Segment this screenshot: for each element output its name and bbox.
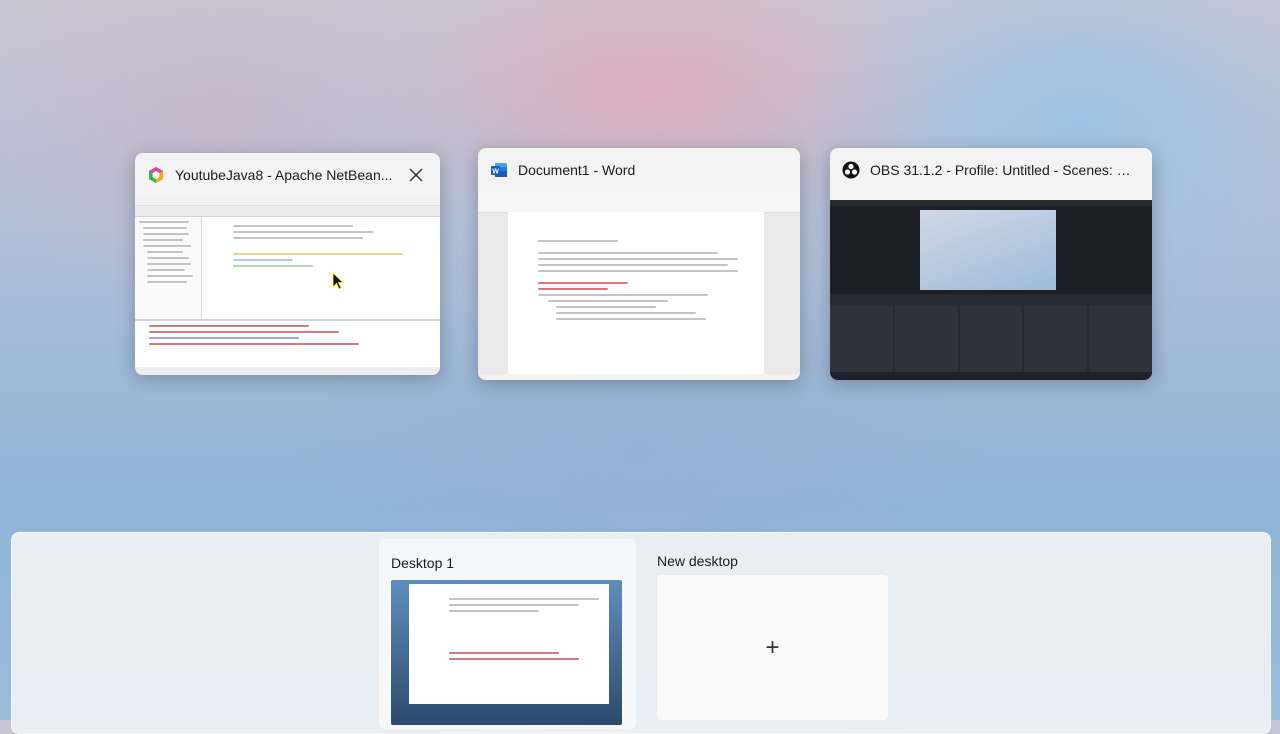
window-titlebar: OBS 31.1.2 - Profile: Untitled - Scenes:… — [830, 148, 1152, 192]
window-title: OBS 31.1.2 - Profile: Untitled - Scenes:… — [870, 162, 1140, 178]
obs-icon — [842, 161, 860, 179]
window-title: YoutubeJava8 - Apache NetBean... — [175, 167, 393, 183]
svg-text:W: W — [492, 168, 499, 175]
mouse-cursor-icon — [332, 272, 344, 290]
new-desktop-button[interactable]: + — [657, 575, 888, 720]
window-preview-netbeans — [135, 197, 440, 375]
virtual-desktops-bar: Desktop 1 New desktop + — [11, 532, 1271, 734]
window-titlebar: W Document1 - Word — [478, 148, 800, 192]
window-titlebar: YoutubeJava8 - Apache NetBean... — [135, 153, 440, 197]
new-desktop-label: New desktop — [657, 553, 738, 569]
desktop-1-card[interactable]: Desktop 1 — [379, 539, 636, 729]
window-card-obs[interactable]: OBS 31.1.2 - Profile: Untitled - Scenes:… — [830, 148, 1152, 380]
window-card-netbeans[interactable]: YoutubeJava8 - Apache NetBean... — [135, 153, 440, 375]
desktop-1-preview — [391, 580, 622, 725]
netbeans-icon — [149, 167, 163, 183]
new-desktop-card[interactable]: New desktop + — [657, 539, 888, 729]
window-card-word[interactable]: W Document1 - Word — [478, 148, 800, 380]
window-preview-word — [478, 192, 800, 380]
window-title: Document1 - Word — [518, 162, 636, 178]
desktop-1-label: Desktop 1 — [391, 555, 455, 571]
word-icon: W — [491, 163, 507, 177]
close-icon — [409, 168, 423, 182]
close-window-button[interactable] — [404, 163, 428, 187]
plus-icon: + — [765, 633, 780, 661]
window-preview-obs — [830, 200, 1152, 380]
